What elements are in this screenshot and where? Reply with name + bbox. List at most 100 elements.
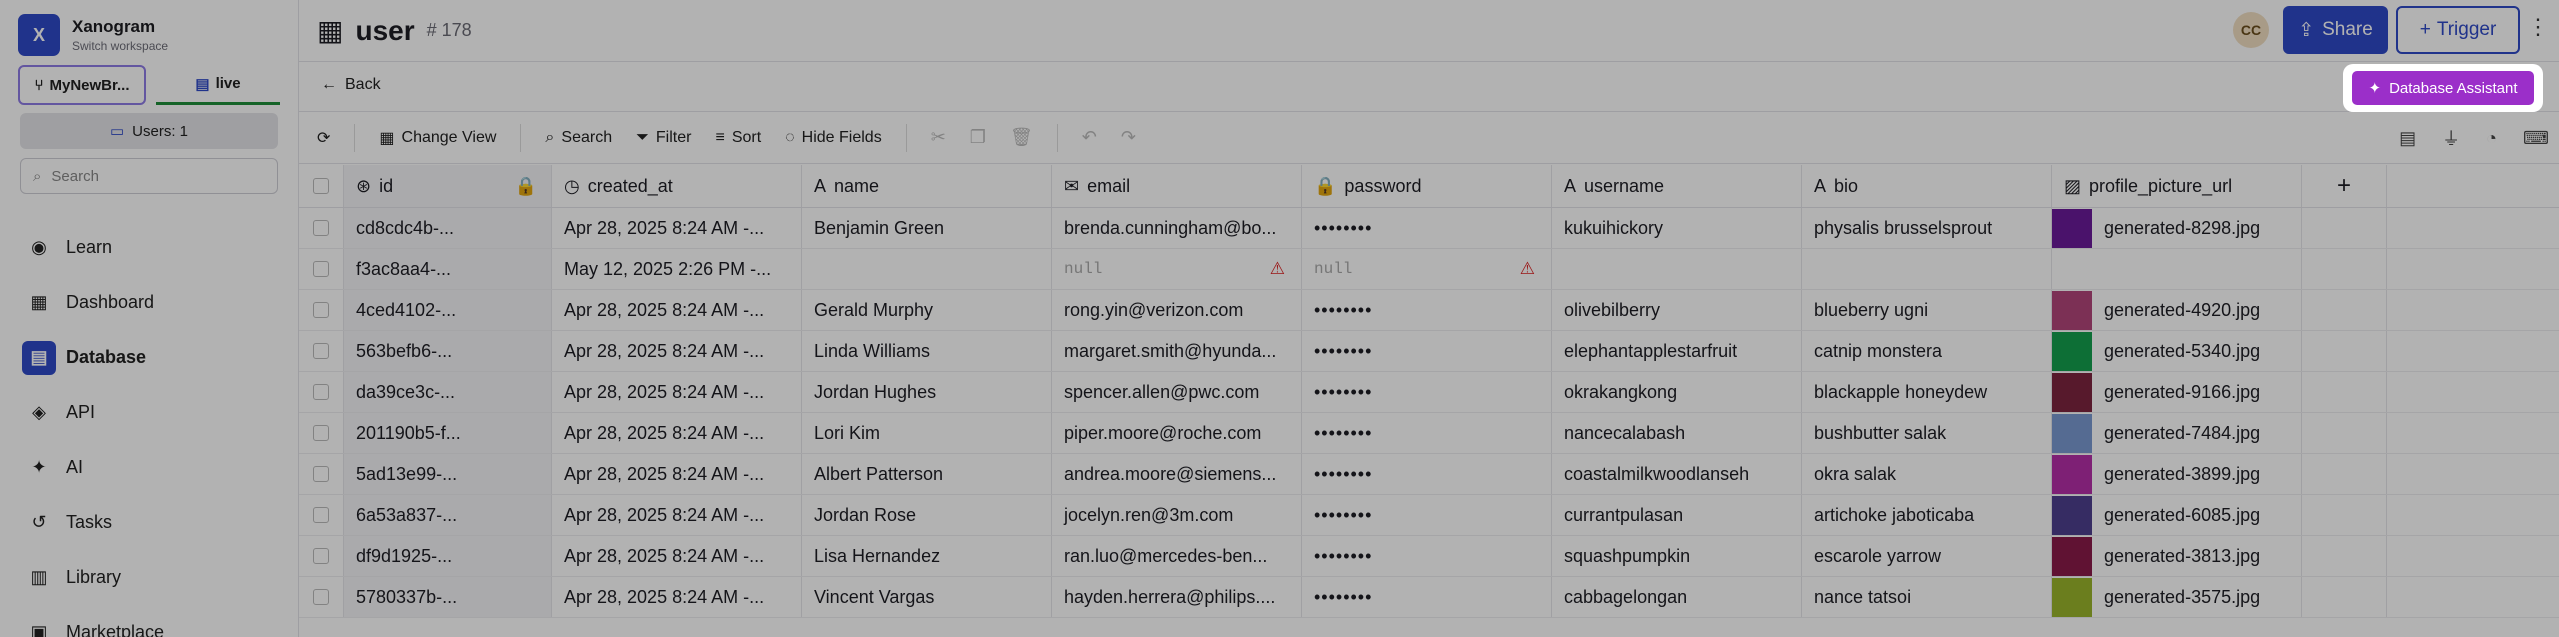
table-row[interactable]: 563befb6-... Apr 28, 2025 8:24 AM -... Lin…: [299, 331, 2559, 372]
cell-profile-picture-url[interactable]: generated-3575.jpg: [2052, 577, 2302, 617]
cell-id[interactable]: 563befb6-...: [344, 331, 552, 371]
hide-fields-button[interactable]: ◌ Hide Fields: [785, 129, 882, 147]
cell-created-at[interactable]: Apr 28, 2025 8:24 AM -...: [552, 413, 802, 453]
nav-tasks[interactable]: ↺ Tasks: [18, 495, 280, 550]
column-header-bio[interactable]: Abio: [1802, 165, 2052, 207]
cell-name[interactable]: Linda Williams: [802, 331, 1052, 371]
cell-profile-picture-url[interactable]: generated-5340.jpg: [2052, 331, 2302, 371]
cell-email[interactable]: brenda.cunningham@bo...: [1052, 208, 1302, 248]
cell-id[interactable]: df9d1925-...: [344, 536, 552, 576]
cell-password[interactable]: ••••••••: [1302, 372, 1552, 412]
cell-bio[interactable]: catnip monstera: [1802, 331, 2052, 371]
table-row[interactable]: da39ce3c-... Apr 28, 2025 8:24 AM -... Jor…: [299, 372, 2559, 413]
cell-profile-picture-url[interactable]: generated-3813.jpg: [2052, 536, 2302, 576]
cell-bio[interactable]: physalis brusselsprout: [1802, 208, 2052, 248]
form-icon[interactable]: ▤: [2399, 128, 2416, 149]
back-button[interactable]: ← Back: [321, 76, 381, 94]
copy-icon[interactable]: ❐: [970, 127, 986, 148]
cell-name[interactable]: Jordan Rose: [802, 495, 1052, 535]
cell-created-at[interactable]: Apr 28, 2025 8:24 AM -...: [552, 577, 802, 617]
cell-email[interactable]: margaret.smith@hyunda...: [1052, 331, 1302, 371]
table-row[interactable]: 6a53a837-... Apr 28, 2025 8:24 AM -... Jor…: [299, 495, 2559, 536]
search-button[interactable]: ⌕ Search: [545, 129, 612, 147]
cell-id[interactable]: 6a53a837-...: [344, 495, 552, 535]
cell-name[interactable]: Lori Kim: [802, 413, 1052, 453]
cell-profile-picture-url[interactable]: generated-6085.jpg: [2052, 495, 2302, 535]
cell-email[interactable]: spencer.allen@pwc.com: [1052, 372, 1302, 412]
row-checkbox[interactable]: [299, 331, 344, 371]
cell-email[interactable]: andrea.moore@siemens...: [1052, 454, 1302, 494]
cell-created-at[interactable]: Apr 28, 2025 8:24 AM -...: [552, 372, 802, 412]
cell-password[interactable]: ••••••••: [1302, 208, 1552, 248]
add-column-button[interactable]: +: [2302, 165, 2387, 207]
nav-marketplace[interactable]: ▣ Marketplace: [18, 605, 280, 637]
cell-email[interactable]: piper.moore@roche.com: [1052, 413, 1302, 453]
cell-name[interactable]: Jordan Hughes: [802, 372, 1052, 412]
more-options-icon[interactable]: ⋮: [2527, 14, 2549, 40]
nav-database[interactable]: ▤ Database: [18, 330, 280, 385]
cell-bio[interactable]: blueberry ugni: [1802, 290, 2052, 330]
cell-username[interactable]: nancecalabash: [1552, 413, 1802, 453]
plug-icon[interactable]: ⏚: [2442, 125, 2460, 151]
cell-email[interactable]: null ⚠: [1052, 249, 1302, 289]
cell-email[interactable]: rong.yin@verizon.com: [1052, 290, 1302, 330]
sort-button[interactable]: ≡ Sort: [715, 129, 761, 147]
cell-password[interactable]: ••••••••: [1302, 454, 1552, 494]
column-header-profile-picture-url[interactable]: ▨ profile_picture_url: [2052, 165, 2302, 207]
cell-password[interactable]: ••••••••: [1302, 331, 1552, 371]
column-header-id[interactable]: ⊛ id 🔒: [344, 165, 552, 207]
table-row[interactable]: 201190b5-f... Apr 28, 2025 8:24 AM -... Lo…: [299, 413, 2559, 454]
refresh-icon[interactable]: ⟳: [317, 128, 330, 148]
cell-bio[interactable]: escarole yarrow: [1802, 536, 2052, 576]
cell-username[interactable]: elephantapplestarfruit: [1552, 331, 1802, 371]
table-row[interactable]: df9d1925-... Apr 28, 2025 8:24 AM -... Lis…: [299, 536, 2559, 577]
redo-icon[interactable]: ↷: [1121, 127, 1136, 148]
row-checkbox[interactable]: [299, 577, 344, 617]
cell-bio[interactable]: okra salak: [1802, 454, 2052, 494]
cell-password[interactable]: ••••••••: [1302, 536, 1552, 576]
workspace-switcher[interactable]: X Xanogram Switch workspace: [18, 14, 168, 56]
cell-created-at[interactable]: Apr 28, 2025 8:24 AM -...: [552, 495, 802, 535]
cell-password[interactable]: ••••••••: [1302, 495, 1552, 535]
cell-created-at[interactable]: Apr 28, 2025 8:24 AM -...: [552, 208, 802, 248]
cell-email[interactable]: ran.luo@mercedes-ben...: [1052, 536, 1302, 576]
cell-id[interactable]: 5ad13e99-...: [344, 454, 552, 494]
nav-dashboard[interactable]: ▦ Dashboard: [18, 275, 280, 330]
row-checkbox[interactable]: [299, 208, 344, 248]
cell-created-at[interactable]: Apr 28, 2025 8:24 AM -...: [552, 536, 802, 576]
add-trigger-button[interactable]: + Trigger: [2396, 6, 2520, 54]
cell-name[interactable]: Albert Patterson: [802, 454, 1052, 494]
cell-name[interactable]: Vincent Vargas: [802, 577, 1052, 617]
column-header-created-at[interactable]: ◷ created_at: [552, 165, 802, 207]
cell-bio[interactable]: bushbutter salak: [1802, 413, 2052, 453]
cell-email[interactable]: hayden.herrera@philips....: [1052, 577, 1302, 617]
row-checkbox[interactable]: [299, 372, 344, 412]
cell-profile-picture-url[interactable]: generated-7484.jpg: [2052, 413, 2302, 453]
change-view-button[interactable]: ▦ Change View: [379, 128, 496, 148]
nav-learn[interactable]: ◉ Learn: [18, 220, 280, 275]
cell-password[interactable]: ••••••••: [1302, 413, 1552, 453]
cell-created-at[interactable]: Apr 28, 2025 8:24 AM -...: [552, 454, 802, 494]
cell-profile-picture-url[interactable]: generated-8298.jpg: [2052, 208, 2302, 248]
cell-password[interactable]: ••••••••: [1302, 290, 1552, 330]
cell-id[interactable]: 5780337b-...: [344, 577, 552, 617]
cell-username[interactable]: coastalmilkwoodlanseh: [1552, 454, 1802, 494]
cell-username[interactable]: cabbagelongan: [1552, 577, 1802, 617]
column-header-email[interactable]: ✉ email: [1052, 165, 1302, 207]
row-checkbox[interactable]: [299, 290, 344, 330]
cell-name[interactable]: [802, 249, 1052, 289]
nav-api[interactable]: ◈ API: [18, 385, 280, 440]
cell-created-at[interactable]: Apr 28, 2025 8:24 AM -...: [552, 331, 802, 371]
column-header-username[interactable]: Ausername: [1552, 165, 1802, 207]
row-checkbox[interactable]: [299, 495, 344, 535]
table-row[interactable]: 5780337b-... Apr 28, 2025 8:24 AM -... Vin…: [299, 577, 2559, 618]
cell-created-at[interactable]: May 12, 2025 2:26 PM -...: [552, 249, 802, 289]
cell-id[interactable]: da39ce3c-...: [344, 372, 552, 412]
share-button[interactable]: ⇪ Share: [2283, 6, 2388, 54]
branch-tab-live[interactable]: ▤ live: [156, 65, 280, 105]
cut-icon[interactable]: ✂: [931, 127, 946, 148]
cell-email[interactable]: jocelyn.ren@3m.com: [1052, 495, 1302, 535]
users-badge[interactable]: ▭ Users: 1: [20, 113, 278, 149]
cell-password[interactable]: null ⚠: [1302, 249, 1552, 289]
trash-icon[interactable]: 🗑: [1010, 127, 1033, 148]
